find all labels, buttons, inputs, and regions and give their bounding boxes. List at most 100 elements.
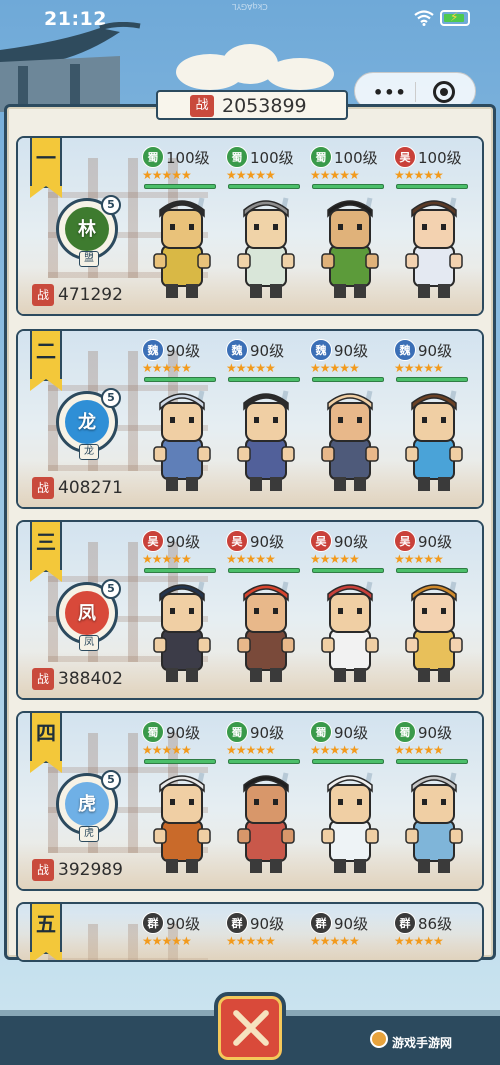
hero-slot[interactable]: 蜀 100级 ★★★★★ [142, 146, 222, 310]
hero-portrait [153, 390, 211, 491]
team-rank-flag: 四 [30, 713, 62, 773]
hero-star-rating: ★★★★★ [394, 934, 444, 948]
faction-badge-icon: 群 [142, 912, 164, 934]
hero-level-tag: 蜀 100级 [226, 146, 304, 168]
hero-slot[interactable]: 吴 90级 ★★★★★ [142, 530, 222, 694]
hero-level-tag: 吴 90级 [142, 530, 220, 552]
formation-emblem-glyph: 龙 [78, 412, 96, 433]
hero-star-rating: ★★★★★ [310, 168, 360, 182]
hero-level-tag: 群 86级 [394, 912, 472, 934]
hero-hp-bar [144, 568, 216, 573]
hero-level: 90级 [166, 533, 201, 551]
hero-star-rating: ★★★★★ [394, 552, 444, 566]
hero-star-rating: ★★★★★ [226, 743, 276, 757]
team-rank-flag: 一 [30, 138, 62, 198]
team-power: 战 392989 [32, 859, 140, 883]
team-power: 战 388402 [32, 668, 140, 692]
hero-slot[interactable]: 蜀 90级 ★★★★★ [310, 721, 390, 885]
formation-sub-label: 盟 [79, 251, 99, 267]
faction-badge-icon: 蜀 [226, 721, 248, 743]
hero-level-tag: 魏 90级 [226, 339, 304, 361]
faction-badge-icon: 蜀 [310, 146, 332, 168]
hero-portrait [237, 772, 295, 873]
team-card[interactable]: 五群 90级 ★★★★★ 群 90级 ★★★★★ 群 90级 ★★★★★ 群 86级 ★★★★★ [16, 902, 484, 962]
team-rank-flag: 二 [30, 331, 62, 391]
hero-hp-bar [396, 184, 468, 189]
close-target-button[interactable] [433, 81, 455, 103]
hero-slot[interactable]: 吴 90级 ★★★★★ [394, 530, 474, 694]
power-badge-icon: 战 [32, 859, 54, 881]
hero-slot[interactable]: 吴 90级 ★★★★★ [310, 530, 390, 694]
hero-slot[interactable]: 群 90级 ★★★★★ [310, 912, 390, 960]
hero-level-tag: 吴 100级 [394, 146, 472, 168]
hero-star-rating: ★★★★★ [310, 934, 360, 948]
team-rank-label: 三 [36, 530, 56, 554]
faction-badge-icon: 群 [394, 912, 416, 934]
hero-level-tag: 蜀 90级 [142, 721, 220, 743]
more-menu-button[interactable]: ••• [373, 83, 407, 102]
hero-slot[interactable]: 蜀 90级 ★★★★★ [142, 721, 222, 885]
formation-emblem-glyph: 林 [78, 219, 96, 240]
team-card[interactable]: 二龙 5 龙战 408271 魏 90级 ★★★★★ 魏 90级 ★★★★★ 魏 90级 ★★★★★ 魏 9… [16, 329, 484, 509]
hero-level-tag: 吴 90级 [310, 530, 388, 552]
battle-button[interactable] [214, 992, 286, 1064]
hero-level: 90级 [334, 915, 369, 933]
hero-slot[interactable]: 吴 90级 ★★★★★ [226, 530, 306, 694]
hero-level: 90级 [166, 724, 201, 742]
team-card[interactable]: 一林 5 盟战 471292 蜀 100级 ★★★★★ 蜀 100级 ★★★★★ 蜀 100级 ★★★★… [16, 136, 484, 316]
hero-slot[interactable]: 魏 90级 ★★★★★ [394, 339, 474, 503]
hero-level-tag: 群 90级 [310, 912, 388, 934]
hero-slot[interactable]: 群 90级 ★★★★★ [226, 912, 306, 960]
formation-level-badge: 5 [101, 579, 121, 599]
formation-emblem[interactable]: 龙5龙 [56, 388, 121, 460]
hero-portrait [321, 390, 379, 491]
formation-emblem[interactable]: 林5 盟 [56, 195, 121, 267]
hero-slot[interactable]: 蜀 100级 ★★★★★ [226, 146, 306, 310]
faction-badge-icon: 蜀 [226, 146, 248, 168]
faction-badge-icon: 魏 [142, 339, 164, 361]
hero-slot[interactable]: 蜀 90级 ★★★★★ [394, 721, 474, 885]
hero-star-rating: ★★★★★ [310, 552, 360, 566]
hero-level: 86级 [418, 915, 453, 933]
hero-level: 90级 [418, 342, 453, 360]
hero-slot[interactable]: 蜀 90级 ★★★★★ [226, 721, 306, 885]
hero-slot[interactable]: 群 90级 ★★★★★ [142, 912, 222, 960]
hero-slot[interactable]: 蜀 100级 ★★★★★ [310, 146, 390, 310]
formation-emblem[interactable]: 凤5凤 [56, 579, 121, 651]
power-badge-icon: 战 [32, 477, 54, 499]
team-card[interactable]: 四虎 5 虎战 392989 蜀 90级 ★★★★★ 蜀 90级 ★★★★★ 蜀 90级 ★★★★★ 蜀 9… [16, 711, 484, 891]
hero-level: 90级 [418, 724, 453, 742]
hero-portrait [321, 197, 379, 298]
hero-level: 90级 [250, 724, 285, 742]
hero-level-tag: 蜀 90级 [310, 721, 388, 743]
power-badge-icon: 战 [32, 668, 54, 690]
team-card[interactable]: 三凤 5 凤战 388402 吴 90级 ★★★★★ 吴 90级 ★★★★★ 吴 90级 ★★★★★ 吴 9… [16, 520, 484, 700]
hero-hp-bar [396, 568, 468, 573]
hero-portrait [153, 197, 211, 298]
hero-level: 100级 [334, 149, 378, 167]
hero-slot[interactable]: 魏 90级 ★★★★★ [142, 339, 222, 503]
formation-emblem[interactable]: 虎5虎 [56, 770, 121, 842]
team-power: 战 471292 [32, 284, 140, 308]
hero-portrait [405, 197, 463, 298]
hero-slot[interactable]: 吴 100级 ★★★★★ [394, 146, 474, 310]
hero-star-rating: ★★★★★ [394, 168, 444, 182]
hero-level-tag: 蜀 90级 [394, 721, 472, 743]
formation-sub-label: 虎 [79, 826, 99, 842]
hero-level: 100级 [166, 149, 210, 167]
faint-header-text: CkqAGYL [232, 2, 268, 11]
hero-slot[interactable]: 魏 90级 ★★★★★ [226, 339, 306, 503]
hero-slot[interactable]: 群 86级 ★★★★★ [394, 912, 474, 960]
hero-star-rating: ★★★★★ [142, 552, 192, 566]
hero-portrait [153, 581, 211, 682]
hero-star-rating: ★★★★★ [142, 168, 192, 182]
hero-portrait [153, 772, 211, 873]
hero-hp-bar [312, 184, 384, 189]
hero-star-rating: ★★★★★ [226, 934, 276, 948]
total-power-value: 2053899 [222, 95, 307, 117]
hero-level-tag: 魏 90级 [142, 339, 220, 361]
team-rank-label: 二 [36, 339, 56, 363]
hero-slot[interactable]: 魏 90级 ★★★★★ [310, 339, 390, 503]
pavilion-roof-illustration [0, 22, 141, 112]
formation-level-badge: 5 [101, 195, 121, 215]
